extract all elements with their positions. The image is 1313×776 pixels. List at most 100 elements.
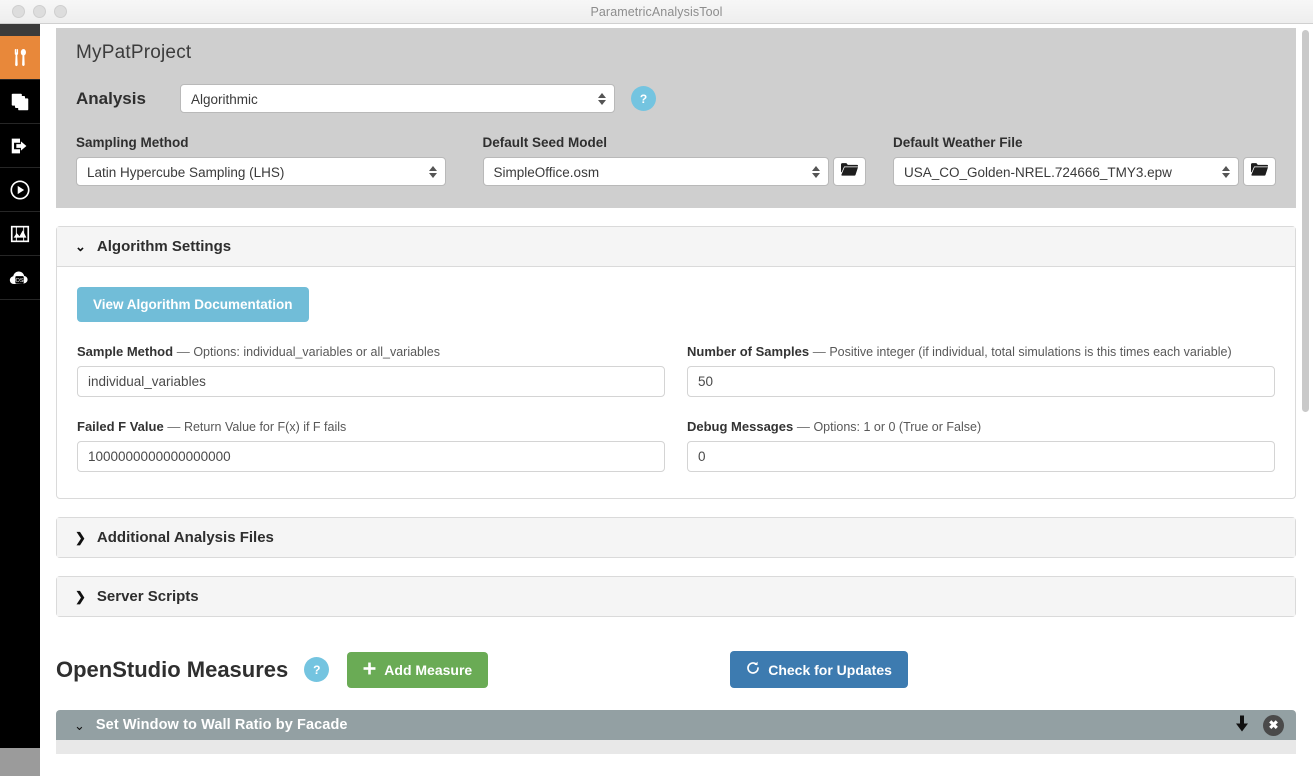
failed-f-value-hint: Return Value for F(x) if F fails xyxy=(184,420,346,434)
measure-item-body xyxy=(56,740,1296,754)
additional-analysis-files-header[interactable]: ❯ Additional Analysis Files xyxy=(57,518,1295,557)
folder-icon xyxy=(841,162,858,181)
weather-file-select-wrap: USA_CO_Golden-NREL.724666_TMY3.epw xyxy=(893,157,1239,186)
copy-stack-icon xyxy=(9,91,31,113)
cloud-os-icon: OS xyxy=(8,267,32,289)
sidebar-item-results[interactable] xyxy=(0,212,40,256)
page-title: MyPatProject xyxy=(76,42,1276,64)
algorithm-settings-row-2: Failed F Value — Return Value for F(x) i… xyxy=(77,419,1275,472)
sampling-method-label: Sampling Method xyxy=(76,135,483,150)
weather-file-select[interactable]: USA_CO_Golden-NREL.724666_TMY3.epw xyxy=(893,157,1239,186)
chevron-down-icon: ⌄ xyxy=(75,240,86,253)
debug-messages-label: Debug Messages xyxy=(687,419,793,434)
play-circle-icon xyxy=(9,179,31,201)
analysis-select[interactable]: Algorithmic xyxy=(180,84,615,113)
chart-image-icon xyxy=(9,223,31,245)
add-measure-button[interactable]: Add Measure xyxy=(347,652,488,688)
algorithm-settings-body: View Algorithm Documentation Sample Meth… xyxy=(57,267,1295,498)
algorithm-settings-row-1: Sample Method — Options: individual_vari… xyxy=(77,344,1275,397)
remove-measure-button[interactable]: ✖ xyxy=(1263,715,1284,736)
failed-f-value-label: Failed F Value xyxy=(77,419,164,434)
caption-dash: — xyxy=(813,344,826,359)
vertical-scrollbar-thumb[interactable] xyxy=(1302,30,1309,412)
seed-model-group: Default Seed Model SimpleOffice.osm xyxy=(483,135,893,186)
algorithm-settings-header[interactable]: ⌄ Algorithm Settings xyxy=(57,227,1295,267)
analysis-help-button[interactable]: ? xyxy=(631,86,656,111)
vertical-scrollbar[interactable] xyxy=(1298,24,1313,776)
project-panel: MyPatProject Analysis Algorithmic ? xyxy=(56,28,1296,208)
chevron-down-icon: ⌄ xyxy=(74,719,85,732)
export-arrow-icon xyxy=(9,135,31,157)
defaults-row: Sampling Method Latin Hypercube Sampling… xyxy=(76,135,1276,186)
debug-messages-field-group: Debug Messages — Options: 1 or 0 (True o… xyxy=(687,419,1275,472)
measures-toolbar: OpenStudio Measures ? Add Measure xyxy=(56,651,1296,688)
download-arrow-icon[interactable] xyxy=(1235,715,1249,735)
analysis-select-wrap: Algorithmic xyxy=(180,84,615,113)
page-content: MyPatProject Analysis Algorithmic ? xyxy=(40,24,1296,754)
weather-file-label: Default Weather File xyxy=(893,135,1276,150)
sample-method-input[interactable] xyxy=(77,366,665,397)
sidebar-item-duplicate[interactable] xyxy=(0,80,40,124)
refresh-icon xyxy=(746,661,760,678)
main-scroll-area[interactable]: MyPatProject Analysis Algorithmic ? xyxy=(40,24,1313,776)
add-measure-label: Add Measure xyxy=(384,662,472,678)
measures-title: OpenStudio Measures xyxy=(56,657,288,683)
sample-method-hint: Options: individual_variables or all_var… xyxy=(193,345,440,359)
debug-messages-input[interactable] xyxy=(687,441,1275,472)
sample-method-field-group: Sample Method — Options: individual_vari… xyxy=(77,344,665,397)
sample-method-caption: Sample Method — Options: individual_vari… xyxy=(77,344,665,359)
weather-file-group: Default Weather File USA_CO_Golden-NREL.… xyxy=(893,135,1276,186)
server-scripts-title: Server Scripts xyxy=(97,588,199,605)
failed-f-value-input[interactable] xyxy=(77,441,665,472)
algorithm-settings-title: Algorithm Settings xyxy=(97,238,231,255)
additional-analysis-files-title: Additional Analysis Files xyxy=(97,529,274,546)
additional-analysis-files-panel: ❯ Additional Analysis Files xyxy=(56,517,1296,558)
debug-messages-hint: Options: 1 or 0 (True or False) xyxy=(813,420,981,434)
window-title: ParametricAnalysisTool xyxy=(0,5,1313,19)
left-icon-rail: OS xyxy=(0,24,40,776)
server-scripts-panel: ❯ Server Scripts xyxy=(56,576,1296,617)
title-bar: ParametricAnalysisTool xyxy=(0,0,1313,24)
plus-icon xyxy=(363,662,376,678)
measures-help-button[interactable]: ? xyxy=(304,657,329,682)
number-of-samples-label: Number of Samples xyxy=(687,344,809,359)
sampling-method-select[interactable]: Latin Hypercube Sampling (LHS) xyxy=(76,157,446,186)
rail-spacer xyxy=(0,24,40,36)
sidebar-item-tools[interactable] xyxy=(0,36,40,80)
algorithm-settings-panel: ⌄ Algorithm Settings View Algorithm Docu… xyxy=(56,226,1296,499)
sampling-method-select-wrap: Latin Hypercube Sampling (LHS) xyxy=(76,157,446,186)
seed-model-label: Default Seed Model xyxy=(483,135,893,150)
folder-icon xyxy=(1251,162,1268,181)
sidebar-item-export[interactable] xyxy=(0,124,40,168)
seed-model-browse-button[interactable] xyxy=(833,157,866,186)
caption-dash: — xyxy=(167,419,180,434)
wrench-screwdriver-icon xyxy=(9,47,31,69)
number-of-samples-input[interactable] xyxy=(687,366,1275,397)
server-scripts-header[interactable]: ❯ Server Scripts xyxy=(57,577,1295,616)
rail-footer xyxy=(0,748,40,776)
sample-method-label: Sample Method xyxy=(77,344,173,359)
caption-dash: — xyxy=(177,344,190,359)
seed-model-select-wrap: SimpleOffice.osm xyxy=(483,157,829,186)
analysis-label: Analysis xyxy=(76,89,180,109)
svg-text:OS: OS xyxy=(16,278,24,284)
failed-f-value-caption: Failed F Value — Return Value for F(x) i… xyxy=(77,419,665,434)
weather-file-browse-button[interactable] xyxy=(1243,157,1276,186)
view-algorithm-documentation-button[interactable]: View Algorithm Documentation xyxy=(77,287,309,322)
number-of-samples-caption: Number of Samples — Positive integer (if… xyxy=(687,344,1275,359)
check-for-updates-button[interactable]: Check for Updates xyxy=(730,651,908,688)
sampling-method-group: Sampling Method Latin Hypercube Sampling… xyxy=(76,135,483,186)
sidebar-item-run[interactable] xyxy=(0,168,40,212)
number-of-samples-hint: Positive integer (if individual, total s… xyxy=(829,345,1231,359)
debug-messages-caption: Debug Messages — Options: 1 or 0 (True o… xyxy=(687,419,1275,434)
chevron-right-icon: ❯ xyxy=(75,531,86,544)
sidebar-item-cloud[interactable]: OS xyxy=(0,256,40,300)
chevron-right-icon: ❯ xyxy=(75,590,86,603)
number-of-samples-field-group: Number of Samples — Positive integer (if… xyxy=(687,344,1275,397)
measure-item-header[interactable]: ⌄ Set Window to Wall Ratio by Facade ✖ xyxy=(56,710,1296,740)
check-for-updates-label: Check for Updates xyxy=(768,662,892,678)
seed-model-select[interactable]: SimpleOffice.osm xyxy=(483,157,829,186)
app-window: ParametricAnalysisTool xyxy=(0,0,1313,776)
caption-dash: — xyxy=(797,419,810,434)
analysis-row: Analysis Algorithmic ? xyxy=(76,84,1276,113)
